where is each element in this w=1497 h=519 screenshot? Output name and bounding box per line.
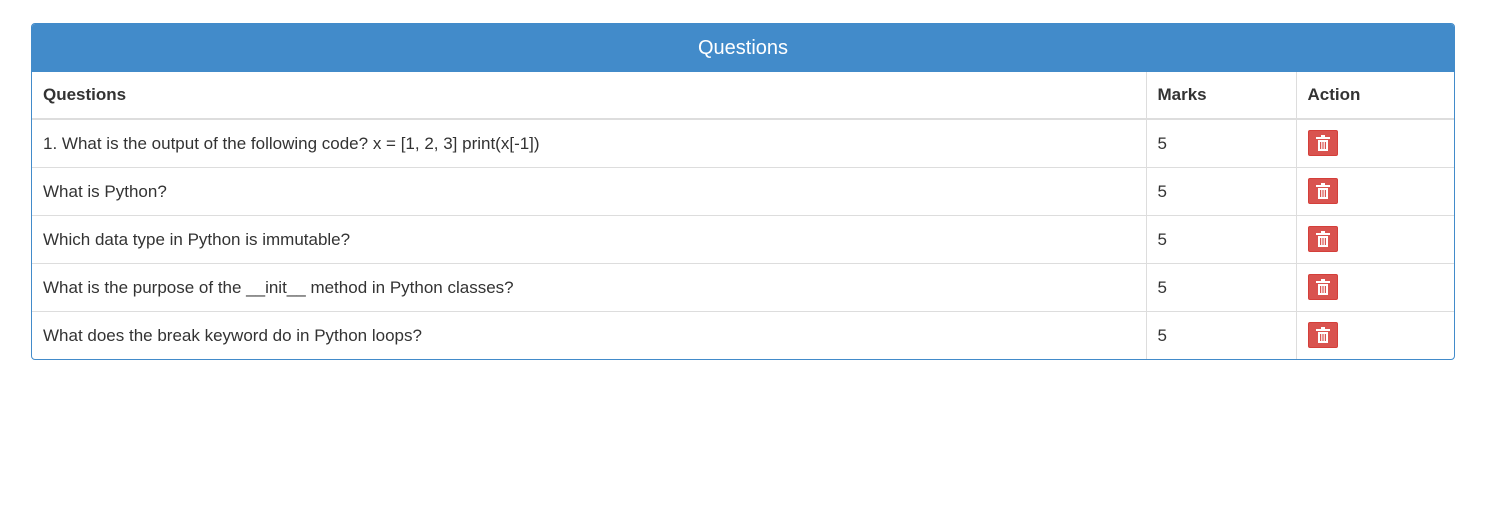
table-header-row: Questions Marks Action <box>32 72 1454 120</box>
delete-button[interactable] <box>1307 130 1338 156</box>
table-row: Which data type in Python is immutable? … <box>32 215 1454 264</box>
question-marks: 5 <box>1145 311 1296 359</box>
column-header-questions: Questions <box>32 72 1146 120</box>
action-cell <box>1295 215 1454 264</box>
question-text: What is the purpose of the __init__ meth… <box>32 263 1146 312</box>
questions-panel: Questions Questions Marks Action 1. What… <box>31 23 1455 360</box>
table-row: 1. What is the output of the following c… <box>32 119 1454 168</box>
question-marks: 5 <box>1145 263 1296 312</box>
delete-button[interactable] <box>1307 322 1338 348</box>
trash-icon <box>1315 231 1330 247</box>
question-marks: 5 <box>1145 215 1296 264</box>
trash-icon <box>1315 327 1330 343</box>
table-row: What is Python? 5 <box>32 167 1454 216</box>
action-cell <box>1295 167 1454 216</box>
column-header-action: Action <box>1295 72 1454 120</box>
question-text: 1. What is the output of the following c… <box>43 133 540 153</box>
question-text: What is Python? <box>32 167 1146 216</box>
question-marks: 5 <box>1145 167 1296 216</box>
delete-button[interactable] <box>1307 274 1338 300</box>
panel-title: Questions <box>32 24 1454 72</box>
action-cell <box>1295 119 1454 168</box>
table-row: What does the break keyword do in Python… <box>32 311 1454 359</box>
questions-table: Questions Marks Action 1. What is the ou… <box>32 72 1454 359</box>
action-cell <box>1295 263 1454 312</box>
action-cell <box>1295 311 1454 359</box>
column-header-marks: Marks <box>1145 72 1296 120</box>
trash-icon <box>1315 183 1330 199</box>
question-text: What does the break keyword do in Python… <box>32 311 1146 359</box>
question-text: Which data type in Python is immutable? <box>32 215 1146 264</box>
table-row: What is the purpose of the __init__ meth… <box>32 263 1454 312</box>
question-marks: 5 <box>1145 119 1296 168</box>
trash-icon <box>1315 279 1330 295</box>
trash-icon <box>1315 135 1330 151</box>
delete-button[interactable] <box>1307 178 1338 204</box>
delete-button[interactable] <box>1307 226 1338 252</box>
